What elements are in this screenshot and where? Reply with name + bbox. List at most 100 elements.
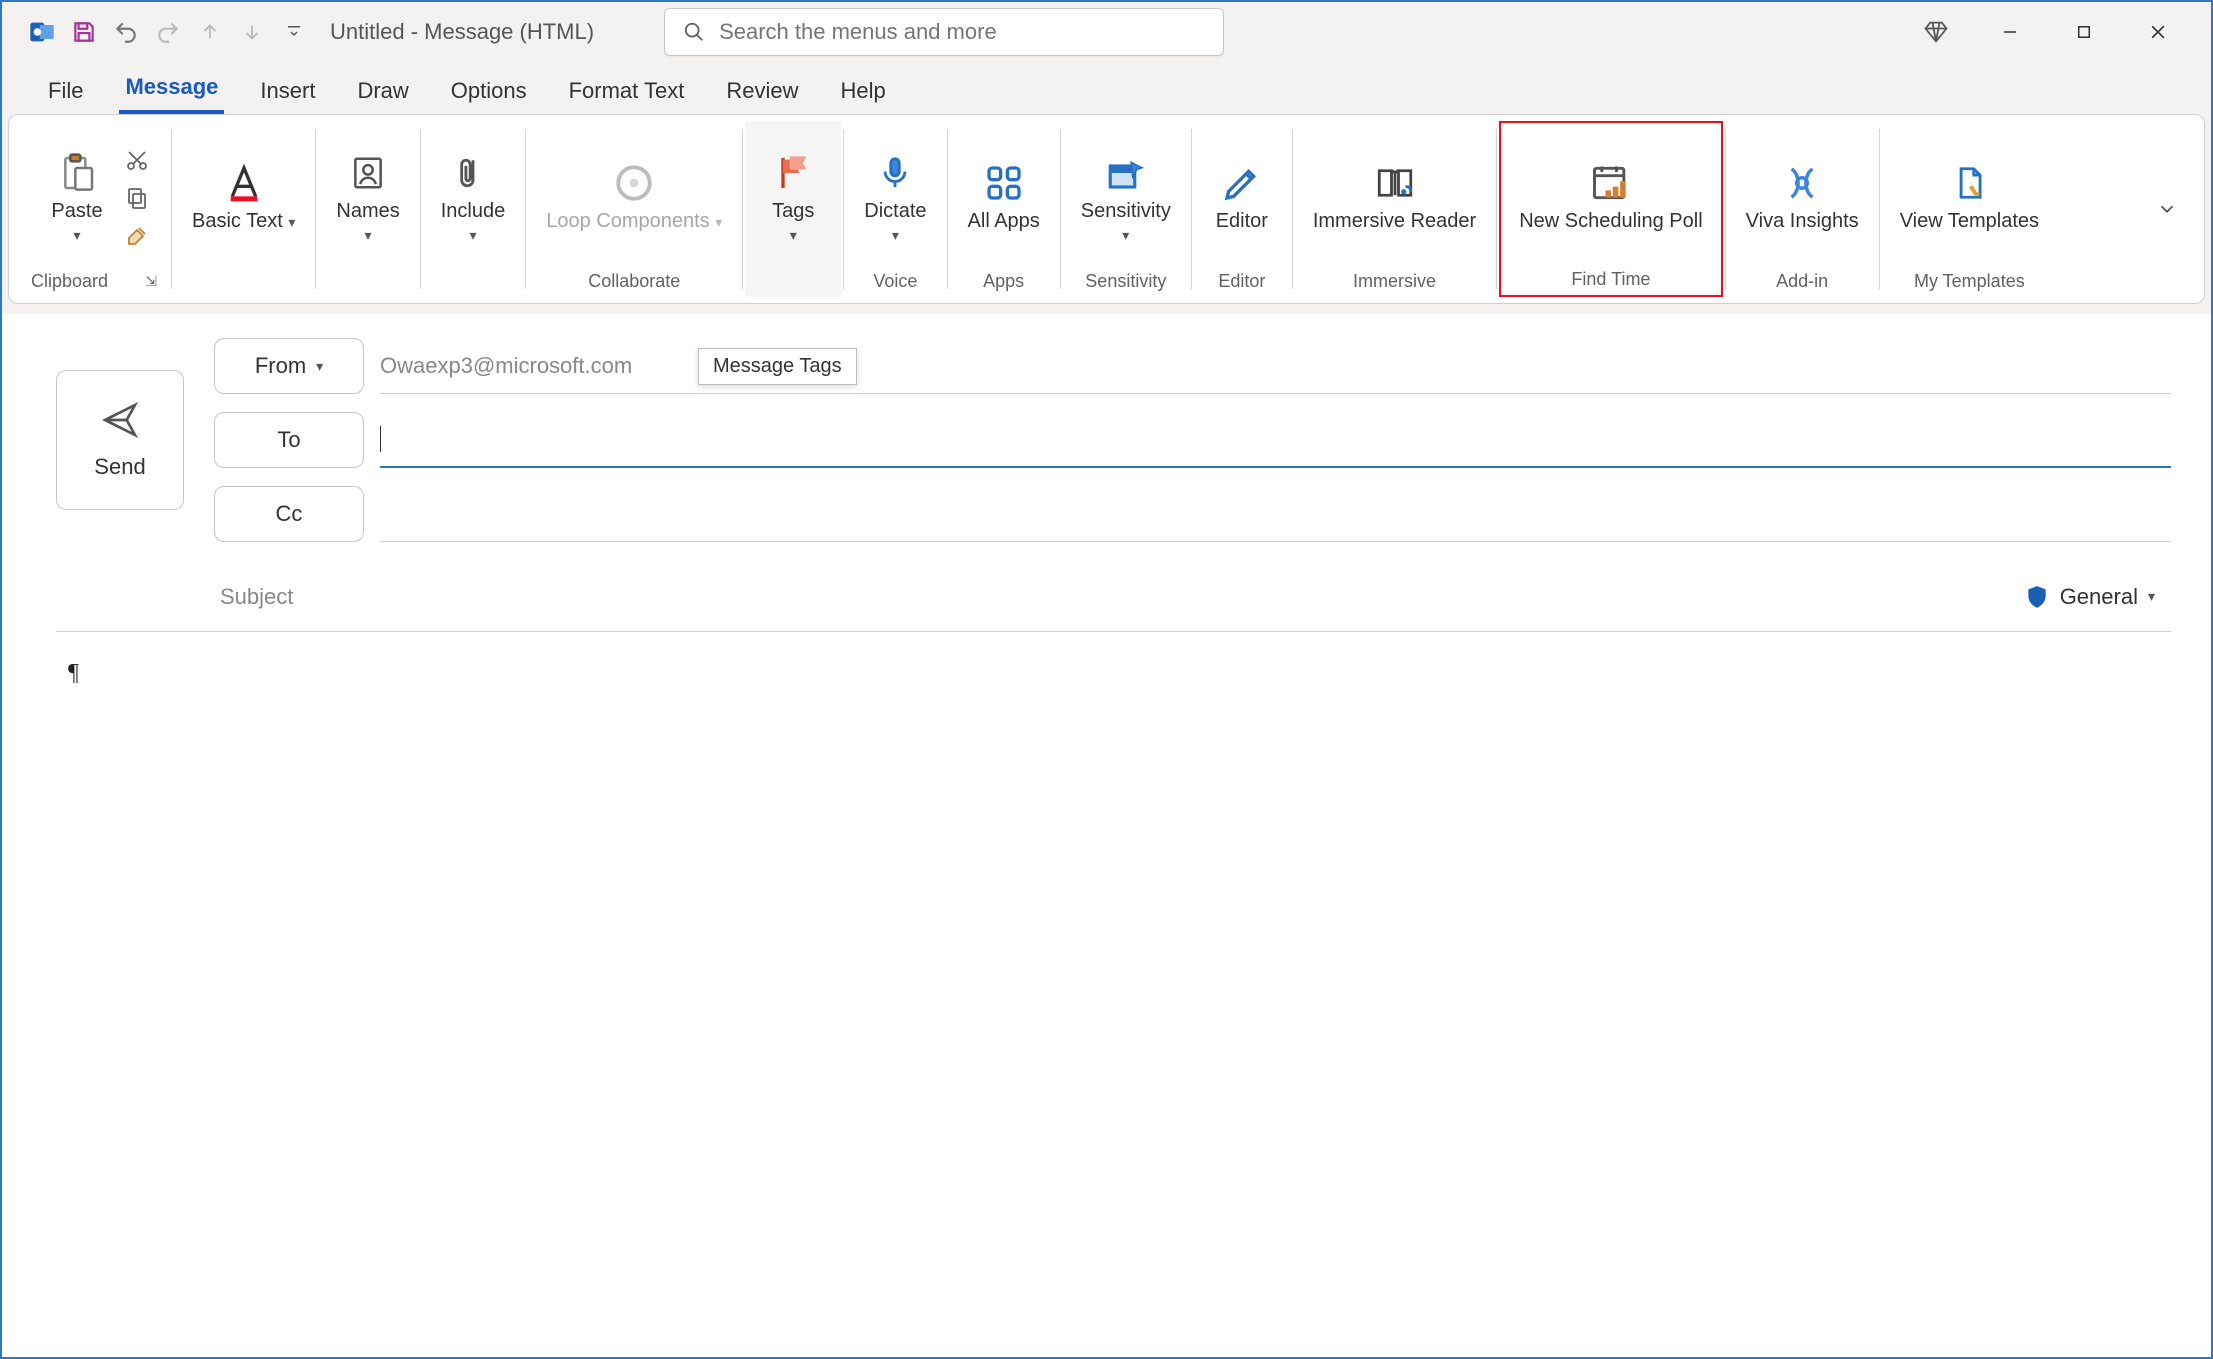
subject-row: Subject General ▾ — [56, 562, 2171, 632]
microphone-icon — [878, 151, 912, 195]
templates-icon — [1950, 161, 1988, 205]
minimize-button[interactable] — [1995, 17, 2025, 47]
shield-icon — [2024, 584, 2050, 610]
group-addin: Viva Insights Add-in — [1728, 121, 1877, 297]
chevron-down-icon: ▾ — [892, 227, 899, 244]
group-label: Voice — [873, 269, 917, 293]
group-apps: All Apps Apps — [950, 121, 1058, 297]
chevron-down-icon: ▾ — [790, 227, 797, 244]
group-my-templates: View Templates My Templates — [1882, 121, 2057, 297]
tab-file[interactable]: File — [42, 68, 89, 114]
dialog-launcher-icon[interactable]: ⇲ — [145, 273, 157, 290]
maximize-button[interactable] — [2069, 17, 2099, 47]
group-label: Apps — [983, 269, 1024, 293]
next-icon[interactable] — [238, 18, 266, 46]
send-button[interactable]: Send — [56, 370, 184, 510]
message-body[interactable]: ¶ — [56, 632, 2171, 715]
new-scheduling-poll-button[interactable]: New Scheduling Poll — [1509, 155, 1712, 239]
group-sensitivity: Sensitivity ▾ Sensitivity — [1063, 121, 1189, 297]
chevron-down-icon: ▾ — [2148, 588, 2155, 605]
chevron-down-icon: ▾ — [73, 227, 80, 244]
undo-icon[interactable] — [112, 18, 140, 46]
previous-icon[interactable] — [196, 18, 224, 46]
format-painter-icon[interactable] — [125, 224, 151, 250]
subject-label[interactable]: Subject — [220, 584, 293, 610]
cut-icon[interactable] — [125, 148, 151, 174]
paragraph-mark: ¶ — [68, 660, 79, 686]
outlook-icon — [28, 18, 56, 46]
dictate-button[interactable]: Dictate ▾ — [854, 145, 936, 250]
send-icon — [100, 400, 140, 440]
address-fields: Owaexp3@microsoft.com — [380, 338, 2171, 542]
from-button[interactable]: From ▾ — [214, 338, 364, 394]
include-button[interactable]: Include ▾ — [431, 145, 516, 250]
tab-review[interactable]: Review — [720, 68, 804, 114]
all-apps-button[interactable]: All Apps — [958, 155, 1050, 239]
apps-icon — [984, 161, 1024, 205]
tab-draw[interactable]: Draw — [351, 68, 414, 114]
group-voice: Dictate ▾ Voice — [846, 121, 944, 297]
group-label: Clipboard — [31, 271, 108, 292]
group-collaborate: Loop Components ▾ Collaborate — [528, 121, 740, 297]
sensitivity-badge[interactable]: General ▾ — [2024, 584, 2171, 610]
address-book-icon — [349, 151, 387, 195]
from-field: Owaexp3@microsoft.com — [380, 338, 2171, 394]
chevron-down-icon: ▾ — [316, 358, 323, 375]
group-label: Sensitivity — [1085, 269, 1166, 293]
loop-components-button[interactable]: Loop Components ▾ — [536, 155, 732, 240]
names-button[interactable]: Names ▾ — [326, 145, 409, 250]
cc-input[interactable] — [380, 497, 2171, 531]
group-label: Collaborate — [588, 269, 680, 293]
to-input[interactable] — [381, 422, 2171, 456]
view-templates-button[interactable]: View Templates — [1890, 155, 2049, 239]
tab-help[interactable]: Help — [835, 68, 892, 114]
viva-icon — [1780, 161, 1824, 205]
qat-customize-icon[interactable] — [280, 18, 308, 46]
sensitivity-button[interactable]: Sensitivity ▾ — [1071, 145, 1181, 250]
group-label: Editor — [1218, 269, 1265, 293]
search-icon — [683, 21, 705, 43]
group-label: Find Time — [1571, 267, 1650, 291]
basic-text-button[interactable]: Basic Text ▾ — [182, 155, 305, 240]
tab-format-text[interactable]: Format Text — [563, 68, 691, 114]
group-label: Add-in — [1776, 269, 1828, 293]
tab-insert[interactable]: Insert — [254, 68, 321, 114]
ribbon-collapse-button[interactable] — [2156, 198, 2194, 220]
copy-icon[interactable] — [125, 186, 151, 212]
paste-icon — [57, 151, 97, 195]
immersive-reader-button[interactable]: Immersive Reader — [1303, 155, 1486, 239]
group-names: Names ▾ — [318, 121, 417, 297]
editor-button[interactable]: Editor — [1202, 155, 1282, 239]
attach-icon — [456, 151, 490, 195]
close-button[interactable] — [2143, 17, 2173, 47]
premium-icon[interactable] — [1921, 17, 1951, 47]
redo-icon[interactable] — [154, 18, 182, 46]
ribbon-tabs: File Message Insert Draw Options Format … — [2, 62, 2211, 114]
quick-access-toolbar — [12, 18, 308, 46]
address-buttons: From ▾ To Cc — [214, 338, 364, 542]
cc-button[interactable]: Cc — [214, 486, 364, 542]
tags-tooltip: Message Tags — [698, 348, 857, 385]
tags-button[interactable]: Tags ▾ — [753, 145, 833, 250]
chevron-down-icon: ▾ — [469, 227, 476, 244]
to-field[interactable] — [380, 412, 2171, 468]
search-box[interactable] — [664, 8, 1224, 56]
flag-icon — [773, 151, 813, 195]
group-editor: Editor Editor — [1194, 121, 1290, 297]
to-button[interactable]: To — [214, 412, 364, 468]
compose-area: Send From ▾ To Cc Owaexp3@microsoft.com … — [2, 314, 2211, 715]
immersive-reader-icon — [1372, 161, 1418, 205]
ribbon: Paste ▾ Clipboard ⇲ Basic Text ▾ — [8, 114, 2205, 304]
tab-options[interactable]: Options — [445, 68, 533, 114]
save-icon[interactable] — [70, 18, 98, 46]
group-tags: Tags ▾ — [745, 121, 841, 297]
group-label: Immersive — [1353, 269, 1436, 293]
paste-button[interactable]: Paste ▾ — [37, 147, 117, 248]
group-basic-text: Basic Text ▾ — [174, 121, 313, 297]
group-clipboard: Paste ▾ Clipboard ⇲ — [19, 121, 169, 297]
search-input[interactable] — [719, 19, 1205, 45]
cc-field[interactable] — [380, 486, 2171, 542]
viva-insights-button[interactable]: Viva Insights — [1736, 155, 1869, 239]
tab-message[interactable]: Message — [119, 64, 224, 114]
editor-icon — [1222, 161, 1262, 205]
